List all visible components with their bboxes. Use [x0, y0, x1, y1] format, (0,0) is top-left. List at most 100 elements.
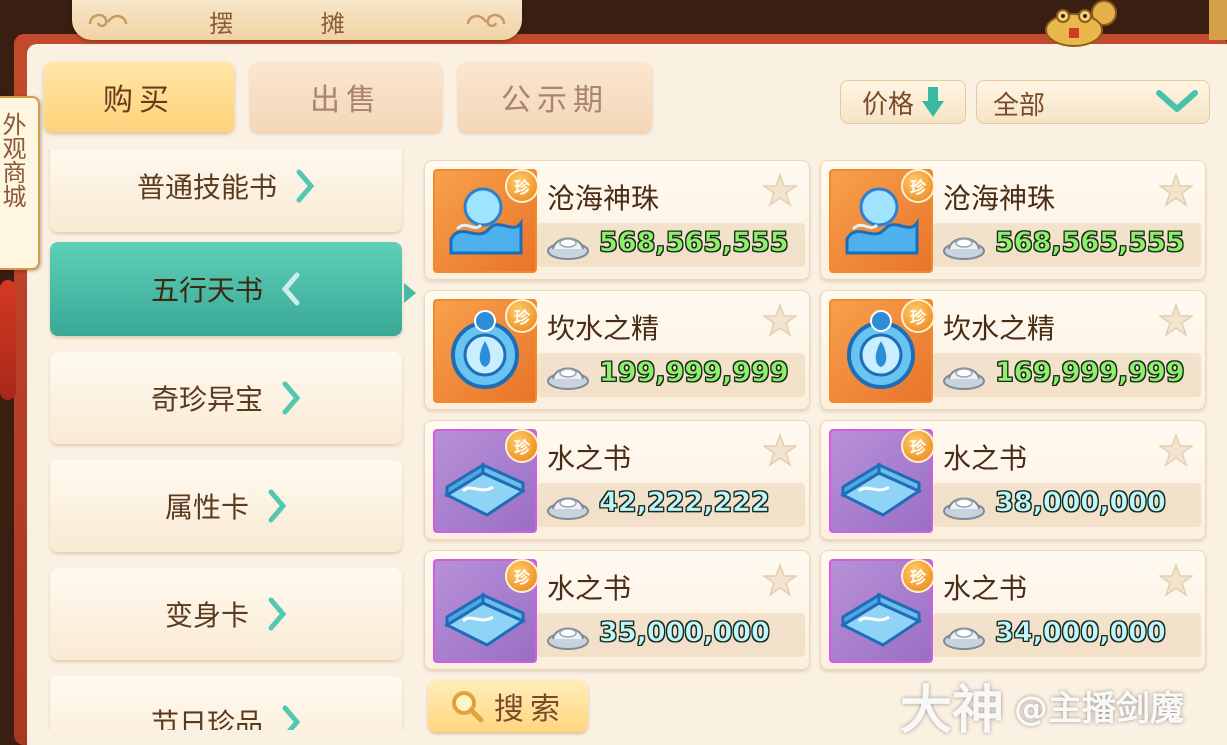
silver-ingot-icon: [547, 627, 589, 650]
category-label: 奇珍异宝: [150, 383, 263, 416]
star-icon[interactable]: [1159, 433, 1193, 467]
item-name: 坎水之精: [943, 312, 1056, 345]
side-tab-fashion-store[interactable]: 外观商城: [0, 96, 40, 270]
arrow-down-icon: [922, 87, 944, 117]
category-item-rare-treasure[interactable]: 奇珍异宝: [50, 352, 402, 444]
silver-ingot-icon: [547, 367, 589, 390]
watermark: 大神 @主播剑魔: [900, 670, 1185, 741]
category-label: 节日珍品: [150, 707, 263, 730]
item-icon-frame: 珍: [829, 299, 935, 403]
star-icon[interactable]: [763, 433, 797, 467]
close-button[interactable]: [1209, 0, 1227, 40]
category-item-festival-treasure[interactable]: 节日珍品: [50, 676, 402, 730]
rare-badge: 珍: [505, 299, 539, 333]
item-card[interactable]: 珍水之书 42,222,222: [424, 420, 810, 540]
chevron-left-icon: [281, 272, 300, 306]
star-icon[interactable]: [1159, 303, 1193, 337]
category-filter-dropdown[interactable]: 全部: [976, 80, 1210, 124]
item-card[interactable]: 珍水之书 38,000,000: [820, 420, 1206, 540]
item-icon-frame: 珍: [433, 559, 539, 663]
chevron-right-icon: [282, 705, 301, 730]
category-label: 变身卡: [164, 599, 249, 632]
item-name: 沧海神珠: [547, 182, 660, 215]
item-name: 水之书: [943, 442, 1028, 475]
item-icon-frame: 珍: [433, 169, 539, 273]
item-icon-frame: 珍: [829, 429, 935, 533]
price-row: 568,565,555: [537, 223, 805, 267]
category-label: 普通技能书: [136, 171, 277, 204]
item-price: 169,999,999: [995, 357, 1185, 389]
watermark-handle: @主播剑魔: [1014, 688, 1185, 729]
item-card[interactable]: 珍沧海神珠 568,565,555: [424, 160, 810, 280]
category-list[interactable]: 普通技能书 五行天书 奇珍异宝 属性卡 变身卡 节日珍品: [46, 150, 408, 730]
selected-category-pointer: [404, 283, 416, 303]
category-item-attribute-card[interactable]: 属性卡: [50, 460, 402, 552]
item-name: 水之书: [943, 572, 1028, 605]
chevron-right-icon: [296, 169, 315, 203]
item-name: 沧海神珠: [943, 182, 1056, 215]
item-card[interactable]: 珍水之书 34,000,000: [820, 550, 1206, 670]
chevron-right-icon: [268, 597, 287, 631]
category-item-normal-skill-book[interactable]: 普通技能书: [50, 150, 402, 232]
silver-ingot-icon: [943, 497, 985, 520]
sort-label: 价格: [861, 89, 914, 120]
cloud-swirl-icon: [466, 13, 506, 28]
search-label: 搜索: [494, 692, 566, 727]
tab-public-notice[interactable]: 公示期: [458, 62, 652, 132]
item-price: 568,565,555: [995, 227, 1185, 259]
star-icon[interactable]: [763, 303, 797, 337]
item-name: 坎水之精: [547, 312, 660, 345]
item-price: 42,222,222: [599, 487, 770, 519]
category-item-five-elements-book[interactable]: 五行天书: [50, 242, 402, 336]
tab-label: 公示期: [501, 83, 609, 118]
tab-buy[interactable]: 购买: [44, 62, 234, 132]
star-icon[interactable]: [763, 173, 797, 207]
tab-label: 购买: [103, 83, 175, 118]
price-row: 35,000,000: [537, 613, 805, 657]
window-title: 摆 摊: [209, 10, 385, 38]
item-name: 水之书: [547, 442, 632, 475]
tab-sell[interactable]: 出售: [250, 62, 442, 132]
rare-badge: 珍: [901, 299, 935, 333]
tab-label: 出售: [310, 83, 382, 118]
filter-selected-value: 全部: [993, 91, 1046, 121]
category-item-transform-card[interactable]: 变身卡: [50, 568, 402, 660]
rare-badge: 珍: [505, 169, 539, 203]
rare-badge: 珍: [505, 559, 539, 593]
price-row: 199,999,999: [537, 353, 805, 397]
item-card[interactable]: 珍沧海神珠 568,565,555: [820, 160, 1206, 280]
item-card[interactable]: 珍坎水之精 199,999,999: [424, 290, 810, 410]
item-price: 568,565,555: [599, 227, 789, 259]
star-icon[interactable]: [1159, 173, 1193, 207]
price-row: 34,000,000: [933, 613, 1201, 657]
category-label: 五行天书: [150, 274, 263, 307]
item-price: 34,000,000: [995, 617, 1166, 649]
item-price: 38,000,000: [995, 487, 1166, 519]
watermark-brand: 大神: [900, 680, 1005, 741]
item-price: 199,999,999: [599, 357, 789, 389]
item-card[interactable]: 珍坎水之精 169,999,999: [820, 290, 1206, 410]
title-plate: 摆 摊: [72, 0, 522, 40]
price-row: 38,000,000: [933, 483, 1201, 527]
chevron-down-icon: [1156, 90, 1198, 112]
rare-badge: 珍: [901, 169, 935, 203]
item-icon-frame: 珍: [433, 299, 539, 403]
star-icon[interactable]: [1159, 563, 1193, 597]
chevron-right-icon: [268, 489, 287, 523]
star-icon[interactable]: [763, 563, 797, 597]
search-button[interactable]: 搜索: [428, 680, 588, 732]
chevron-right-icon: [282, 381, 301, 415]
item-name: 水之书: [547, 572, 632, 605]
silver-ingot-icon: [547, 237, 589, 260]
item-icon-frame: 珍: [829, 559, 935, 663]
item-card[interactable]: 珍水之书 35,000,000: [424, 550, 810, 670]
sort-by-price-button[interactable]: 价格: [840, 80, 966, 124]
rare-badge: 珍: [901, 429, 935, 463]
side-tab-label: 外观商城: [0, 112, 26, 208]
silver-ingot-icon: [943, 237, 985, 260]
silver-ingot-icon: [943, 627, 985, 650]
item-icon-frame: 珍: [433, 429, 539, 533]
search-icon: [452, 691, 484, 723]
lantern-decoration: [0, 280, 16, 400]
silver-ingot-icon: [547, 497, 589, 520]
